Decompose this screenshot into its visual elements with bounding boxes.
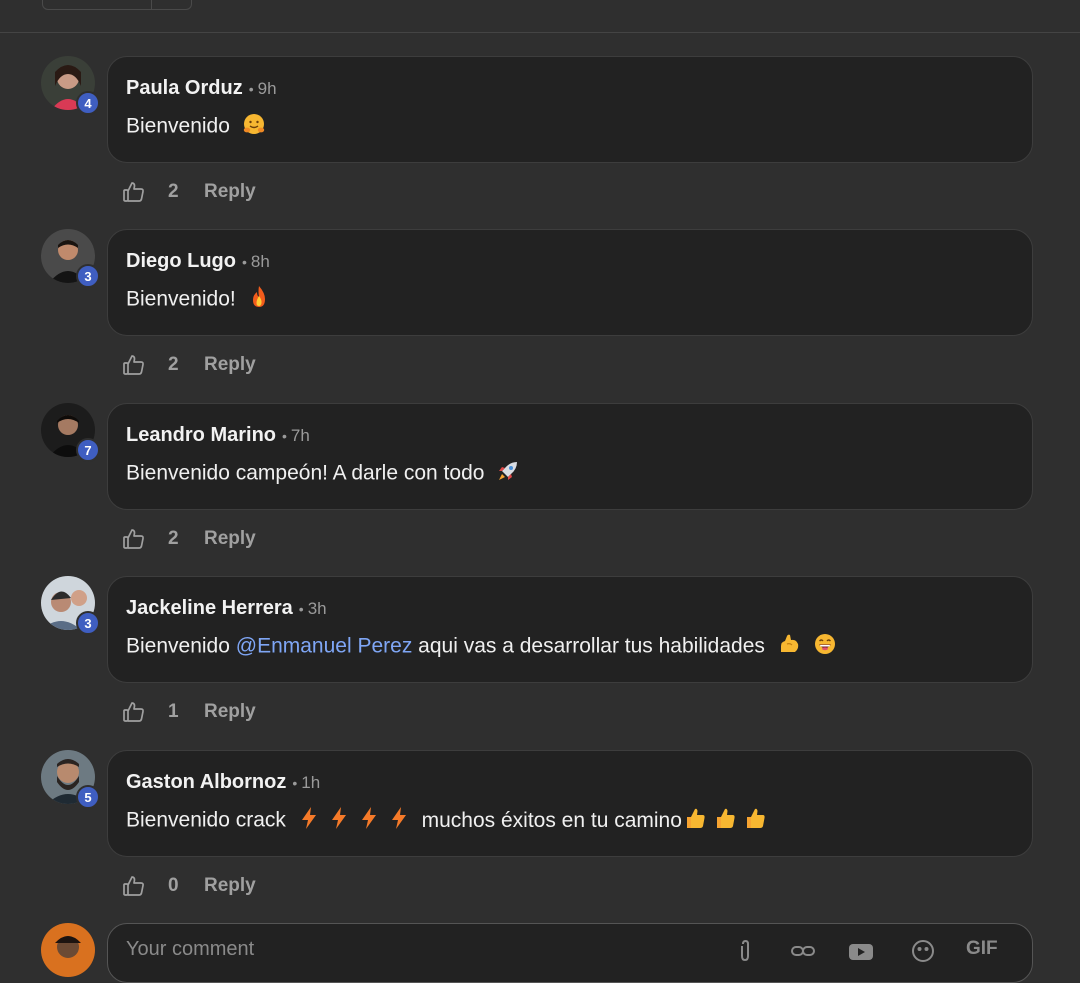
thumbs-up-icon[interactable] [122, 700, 146, 724]
level-badge: 3 [76, 611, 100, 635]
author-line: Jackeline Herrera • 3h [126, 597, 327, 620]
comment-composer: Your comment GIF [0, 920, 1080, 983]
timestamp[interactable]: 1h [301, 773, 320, 792]
comment-actions: 1 Reply [122, 698, 256, 726]
link-icon[interactable] [790, 938, 816, 964]
author-line: Gaston Albornoz • 1h [126, 771, 320, 794]
separator-dot: • [248, 81, 254, 97]
level-badge: 3 [76, 264, 100, 288]
previous-post-footer [0, 0, 1080, 33]
reply-button[interactable]: Reply [204, 528, 256, 550]
flexed-biceps-emoji-icon [777, 632, 801, 662]
author-line: Paula Orduz • 9h [126, 77, 277, 100]
timestamp[interactable]: 3h [308, 599, 327, 618]
like-count: 2 [168, 528, 179, 549]
comment-item: 3 Diego Lugo • 8h Bienvenido! 2 Reply [0, 229, 1080, 403]
comment-bubble: Gaston Albornoz • 1h Bienvenido crack much… [107, 750, 1033, 857]
author-name[interactable]: Gaston Albornoz [126, 771, 286, 793]
lightning-emoji-icon [330, 806, 348, 836]
comment-bubble: Jackeline Herrera • 3h Bienvenido @Enmanue… [107, 576, 1033, 683]
author-line: Diego Lugo • 8h [126, 250, 270, 273]
comment-input-placeholder: Your comment [126, 938, 255, 960]
current-user-avatar[interactable] [41, 923, 95, 977]
reply-button[interactable]: Reply [204, 354, 256, 376]
grinning-face-emoji-icon [813, 632, 837, 662]
comment-text: Bienvenido! [126, 285, 270, 315]
user-mention-link[interactable]: @Enmanuel Perez [236, 635, 413, 658]
level-badge: 5 [76, 785, 100, 809]
thumbs-up-emoji-icon [744, 806, 766, 836]
like-count: 2 [168, 181, 179, 202]
like-count: 2 [168, 354, 179, 375]
paperclip-icon[interactable] [734, 938, 760, 964]
like-count: 1 [168, 701, 179, 722]
video-icon[interactable] [848, 938, 874, 964]
author-name[interactable]: Paula Orduz [126, 77, 243, 99]
lightning-emoji-icon [360, 806, 378, 836]
reply-button[interactable]: Reply [204, 701, 256, 723]
thumbs-up-icon[interactable] [122, 874, 146, 898]
thumbs-up-emoji-icon [684, 806, 706, 836]
thumbs-up-icon[interactable] [122, 527, 146, 551]
level-badge: 7 [76, 438, 100, 462]
comment-body-end: muchos éxitos en tu camino [421, 808, 682, 832]
fire-emoji-icon [248, 285, 270, 315]
comment-input[interactable]: Your comment GIF [107, 923, 1033, 983]
timestamp[interactable]: 9h [258, 79, 277, 98]
sort-selector[interactable] [42, 0, 192, 10]
comment-actions: 2 Reply [122, 178, 256, 206]
comment-body-end: aqui vas a desarrollar tus habilidades [412, 634, 765, 658]
gif-icon[interactable]: GIF [966, 938, 1006, 964]
comment-actions: 0 Reply [122, 872, 256, 900]
comment-body: Bienvenido campeón! A darle con todo [126, 461, 485, 485]
comment-bubble: Paula Orduz • 9h Bienvenido [107, 56, 1033, 163]
comment-body: Bienvenido [126, 114, 230, 138]
separator-dot: • [292, 775, 298, 791]
timestamp[interactable]: 8h [251, 252, 270, 271]
thumbs-up-icon[interactable] [122, 353, 146, 377]
comment-text: Bienvenido crack muchos éxitos en tu cam… [126, 806, 766, 836]
author-name[interactable]: Leandro Marino [126, 424, 276, 446]
level-badge: 4 [76, 91, 100, 115]
rocket-emoji-icon [496, 459, 520, 489]
comment-text: Bienvenido campeón! A darle con todo [126, 459, 520, 489]
comment-bubble: Leandro Marino • 7h Bienvenido campeón! A … [107, 403, 1033, 510]
sort-selector-divider [151, 0, 152, 9]
comment-item: 5 Gaston Albornoz • 1h Bienvenido crack mu… [0, 750, 1080, 924]
emoji-icon[interactable] [910, 938, 936, 964]
author-line: Leandro Marino • 7h [126, 424, 310, 447]
comment-text: Bienvenido @Enmanuel Perez aqui vas a de… [126, 632, 837, 662]
comment-body: Bienvenido! [126, 287, 236, 311]
comment-item: 7 Leandro Marino • 7h Bienvenido campeón! … [0, 403, 1080, 577]
hugging-face-emoji-icon [242, 112, 266, 142]
thumbs-up-icon[interactable] [122, 180, 146, 204]
comment-body-start: Bienvenido crack [126, 808, 286, 832]
comment-item: 3 Jackeline Herrera • 3h Bienvenido @Enman… [0, 576, 1080, 750]
comment-bubble: Diego Lugo • 8h Bienvenido! [107, 229, 1033, 336]
like-count: 0 [168, 875, 179, 896]
timestamp[interactable]: 7h [291, 426, 310, 445]
separator-dot: • [241, 254, 247, 270]
lightning-emoji-icon [390, 806, 408, 836]
reply-button[interactable]: Reply [204, 181, 256, 203]
separator-dot: • [298, 601, 304, 617]
comment-body-start: Bienvenido [126, 634, 236, 658]
author-name[interactable]: Diego Lugo [126, 250, 236, 272]
comment-actions: 2 Reply [122, 351, 256, 379]
comment-text: Bienvenido [126, 112, 266, 142]
author-name[interactable]: Jackeline Herrera [126, 597, 293, 619]
reply-button[interactable]: Reply [204, 875, 256, 897]
comment-item: 4 Paula Orduz • 9h Bienvenido 2 Reply [0, 56, 1080, 230]
thumbs-up-emoji-icon [714, 806, 736, 836]
separator-dot: • [282, 428, 287, 444]
lightning-emoji-icon [300, 806, 318, 836]
comment-actions: 2 Reply [122, 525, 256, 553]
